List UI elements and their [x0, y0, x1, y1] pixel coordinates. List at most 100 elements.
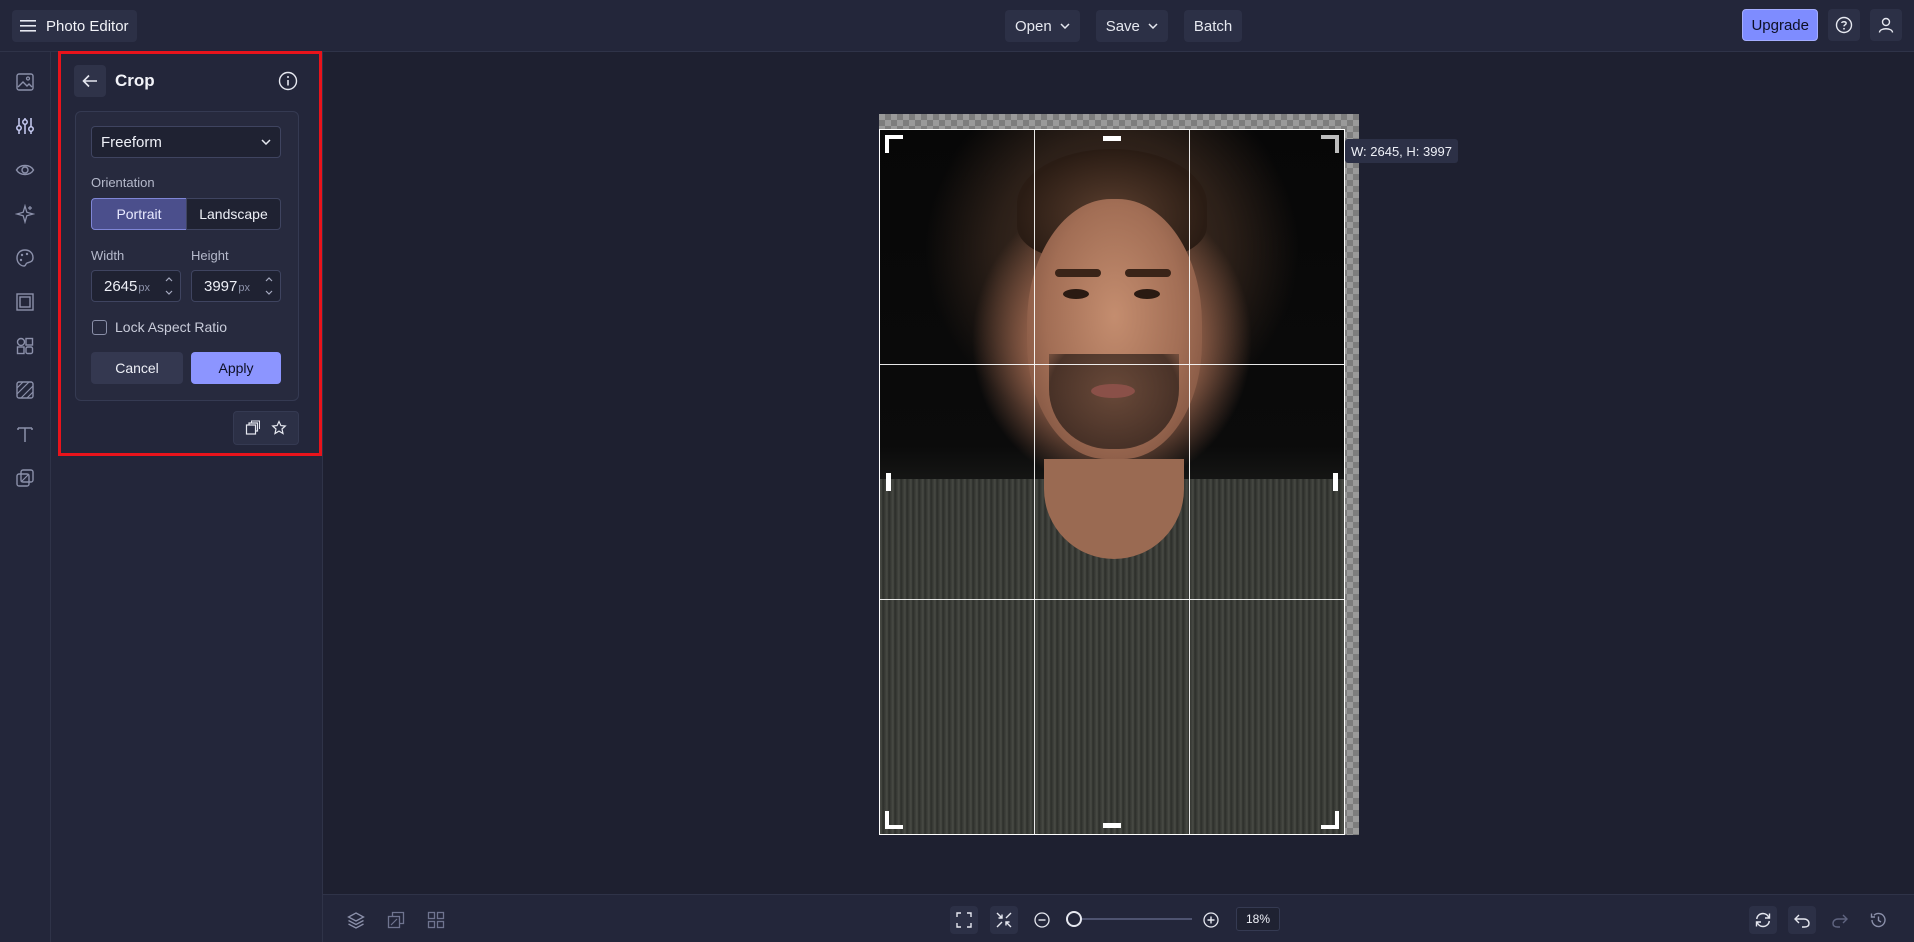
rail-item-graphics[interactable]	[11, 332, 39, 360]
top-bar: Photo Editor Open Save Batch Upgrade	[0, 0, 1914, 52]
info-button[interactable]	[277, 70, 299, 92]
app-menu-button[interactable]: Photo Editor	[12, 10, 137, 42]
help-button[interactable]	[1828, 9, 1860, 41]
grid-line	[1034, 130, 1035, 834]
crop-handle-left[interactable]	[886, 473, 891, 491]
info-icon	[277, 70, 299, 92]
height-label: Height	[191, 248, 229, 263]
apply-button[interactable]: Apply	[191, 352, 281, 384]
shapes-icon	[15, 336, 35, 356]
actual-size-button[interactable]	[990, 906, 1018, 934]
rail-item-overlays[interactable]	[11, 464, 39, 492]
width-input[interactable]: 2645px	[91, 270, 181, 302]
crop-handle-bottom-left[interactable]	[885, 811, 903, 829]
width-unit: px	[138, 282, 150, 294]
crop-handle-top-left[interactable]	[885, 135, 903, 153]
overlay-icon	[15, 468, 35, 488]
save-label: Save	[1105, 17, 1140, 35]
zoom-in-button[interactable]	[1197, 906, 1225, 934]
crop-handle-bottom-right[interactable]	[1321, 811, 1339, 829]
frame-icon	[15, 292, 35, 312]
height-value: 3997	[204, 278, 238, 295]
height-input[interactable]: 3997px	[191, 270, 281, 302]
help-icon	[1835, 16, 1853, 34]
fit-screen-button[interactable]	[950, 906, 978, 934]
landscape-toggle[interactable]: Landscape	[186, 198, 281, 230]
open-label: Open	[1015, 17, 1052, 35]
app-title: Photo Editor	[46, 17, 129, 35]
rail-item-frames[interactable]	[11, 288, 39, 316]
open-button[interactable]: Open	[1005, 10, 1080, 42]
tool-rail	[0, 52, 51, 942]
shrink-icon	[996, 912, 1012, 928]
sliders-icon	[15, 116, 35, 136]
crop-handle-top[interactable]	[1103, 136, 1121, 141]
lock-aspect-label[interactable]: Lock Aspect Ratio	[115, 319, 227, 335]
text-icon	[15, 424, 35, 444]
grid-line	[1189, 130, 1190, 834]
rail-item-text[interactable]	[11, 420, 39, 448]
rail-item-retouch[interactable]	[11, 244, 39, 272]
history-icon	[1869, 911, 1887, 929]
save-button[interactable]: Save	[1095, 10, 1168, 42]
reset-button[interactable]	[1749, 906, 1777, 934]
palette-icon	[15, 248, 35, 268]
refresh-icon	[1754, 911, 1772, 929]
height-value-text: 3997px	[204, 278, 250, 295]
rail-item-adjust[interactable]	[11, 112, 39, 140]
grid-view-button[interactable]	[422, 906, 450, 934]
rail-item-ai-tools[interactable]	[11, 200, 39, 228]
width-label: Width	[91, 248, 125, 263]
layers-icon	[347, 911, 365, 929]
rail-item-image[interactable]	[11, 68, 39, 96]
zoom-in-icon	[1202, 911, 1220, 929]
zoom-slider[interactable]	[1072, 918, 1192, 920]
history-button[interactable]	[1864, 906, 1892, 934]
portrait-toggle[interactable]: Portrait	[91, 198, 187, 230]
grid-line	[880, 364, 1344, 365]
aspect-preset-select[interactable]: Freeform	[91, 126, 281, 158]
batch-button[interactable]: Batch	[1183, 10, 1243, 42]
undo-button[interactable]	[1788, 906, 1816, 934]
redo-icon	[1831, 911, 1849, 929]
zoom-out-icon	[1033, 911, 1051, 929]
image-icon	[15, 72, 35, 92]
height-unit: px	[238, 282, 250, 294]
width-value: 2645	[104, 278, 138, 295]
crop-frame[interactable]	[879, 129, 1345, 835]
zoom-level[interactable]: 18%	[1236, 907, 1280, 931]
layers-copy-icon[interactable]	[245, 420, 261, 436]
expand-icon	[956, 912, 972, 928]
eye-icon	[15, 160, 35, 180]
star-icon[interactable]	[271, 420, 287, 436]
rail-item-effects[interactable]	[11, 156, 39, 184]
account-button[interactable]	[1870, 9, 1902, 41]
rail-item-textures[interactable]	[11, 376, 39, 404]
compare-icon	[387, 911, 405, 929]
zoom-out-button[interactable]	[1028, 906, 1056, 934]
width-value-text: 2645px	[104, 278, 150, 295]
crop-handle-top-right[interactable]	[1321, 135, 1339, 153]
crop-handle-bottom[interactable]	[1103, 823, 1121, 828]
upgrade-button[interactable]: Upgrade	[1742, 9, 1818, 41]
lock-aspect-checkbox[interactable]	[92, 320, 107, 335]
zoom-slider-handle[interactable]	[1066, 911, 1082, 927]
height-stepper[interactable]	[264, 274, 274, 298]
undo-icon	[1793, 911, 1811, 929]
compare-button[interactable]	[382, 906, 410, 934]
user-icon	[1877, 16, 1895, 34]
crop-dimensions-tooltip: W: 2645, H: 3997	[1345, 139, 1458, 163]
hamburger-icon	[20, 19, 36, 33]
aspect-preset-value: Freeform	[101, 133, 162, 151]
back-button[interactable]	[74, 65, 106, 97]
batch-label: Batch	[1193, 17, 1233, 35]
redo-button[interactable]	[1826, 906, 1854, 934]
chevron-down-icon	[1148, 23, 1158, 29]
layers-button[interactable]	[342, 906, 370, 934]
width-stepper[interactable]	[164, 274, 174, 298]
chevron-down-icon	[261, 139, 271, 145]
panel-tools	[233, 411, 299, 445]
crop-handle-right[interactable]	[1333, 473, 1338, 491]
cancel-button[interactable]: Cancel	[91, 352, 183, 384]
arrow-left-icon	[82, 74, 98, 88]
